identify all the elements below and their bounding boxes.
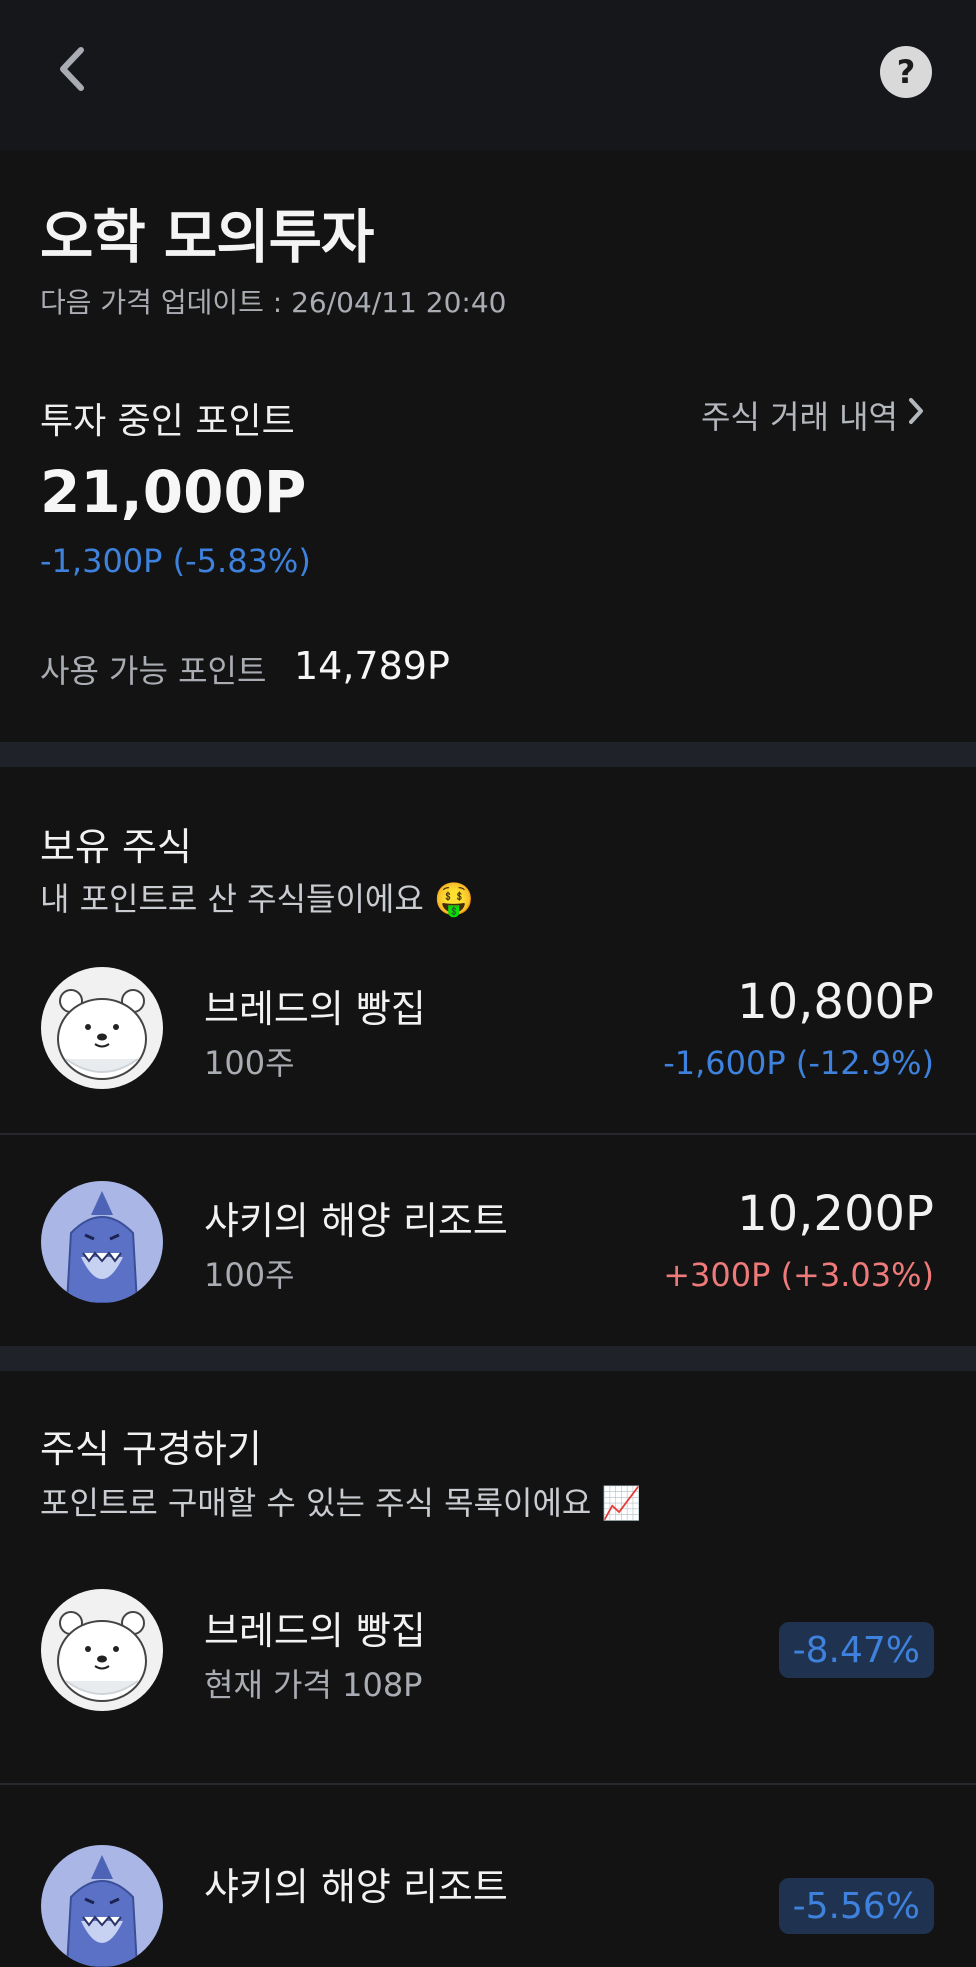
holding-change: +300P (+3.03%) <box>663 1256 934 1294</box>
invested-points-change: -1,300P (-5.83%) <box>40 542 311 580</box>
holding-quantity: 100주 <box>204 1256 295 1294</box>
percent-badge: -5.56% <box>778 1878 934 1934</box>
section-divider <box>0 1346 976 1371</box>
trade-history-link[interactable]: 주식 거래 내역 <box>701 392 926 438</box>
next-update-text: 다음 가격 업데이트 : 26/04/11 20:40 <box>40 286 507 319</box>
browse-stock-name: 브레드의 빵집 <box>204 1609 426 1653</box>
holdings-subtitle: 내 포인트로 산 주식들이에요 🤑 <box>40 880 474 918</box>
help-button[interactable]: ? <box>880 46 932 98</box>
browse-stock-price: 현재 가격 108P <box>204 1666 423 1704</box>
shark-avatar <box>41 1845 163 1967</box>
polar-bear-avatar <box>41 1589 163 1711</box>
page-title: 오학 모의투자 <box>40 203 374 271</box>
row-separator <box>0 1133 976 1135</box>
holding-value: 10,200P <box>737 1186 934 1242</box>
row-separator <box>0 1783 976 1785</box>
holding-name: 샤키의 해양 리조트 <box>204 1199 508 1243</box>
back-button[interactable] <box>40 34 104 108</box>
available-points-value: 14,789P <box>294 644 450 688</box>
holding-quantity: 100주 <box>204 1044 295 1082</box>
trade-history-label: 주식 거래 내역 <box>701 398 898 436</box>
holding-name: 브레드의 빵집 <box>204 987 426 1031</box>
holdings-title: 보유 주식 <box>40 825 192 869</box>
chevron-left-icon <box>55 44 89 98</box>
invested-points-label: 투자 중인 포인트 <box>40 401 295 442</box>
holding-change: -1,600P (-12.9%) <box>663 1044 934 1082</box>
holding-value: 10,800P <box>737 974 934 1030</box>
chevron-right-icon <box>906 395 926 435</box>
shark-avatar <box>41 1181 163 1303</box>
invested-points-value: 21,000P <box>40 458 307 526</box>
section-divider <box>0 742 976 767</box>
percent-badge: -8.47% <box>778 1622 934 1678</box>
polar-bear-avatar <box>41 967 163 1089</box>
top-bar: ? <box>0 0 976 150</box>
browse-subtitle: 포인트로 구매할 수 있는 주식 목록이에요 📈 <box>40 1484 642 1522</box>
browse-stock-name: 샤키의 해양 리조트 <box>204 1865 508 1909</box>
browse-title: 주식 구경하기 <box>40 1427 262 1471</box>
question-mark-icon: ? <box>896 53 916 91</box>
available-points-label: 사용 가능 포인트 <box>40 652 267 690</box>
